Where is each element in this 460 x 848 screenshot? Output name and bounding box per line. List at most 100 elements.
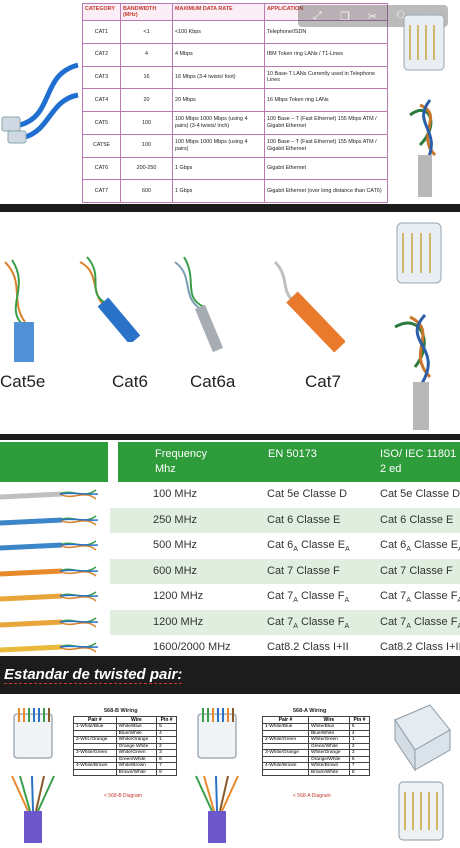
label-cat6: Cat6	[112, 372, 148, 391]
cell-iso: Cat 7A Classe FA	[380, 590, 460, 605]
cable-thumbnail	[0, 489, 99, 500]
cell-en50173: Cat 5e Classe D	[267, 488, 348, 500]
cell-frequency: 1200 MHz	[153, 590, 204, 602]
cat7-cable-image	[273, 260, 345, 352]
cell-bandwidth: 600	[120, 179, 173, 203]
table-row: 3-White/Orange White/Orange 3	[262, 749, 371, 757]
table-row: 1-White/Blue White/Blue 5	[73, 723, 177, 731]
cell-iso: Cat 6A Classe EA	[380, 539, 460, 554]
category-table: CATEGORY BANDWIDTH (MHz) MAXIMUM DATA RA…	[82, 3, 388, 203]
cat6-cable-image	[79, 256, 140, 342]
table-row: 600 MHz Cat 7 Classe F Cat 7 Classe F	[0, 558, 460, 584]
cell-category: CAT5	[82, 111, 121, 135]
table-row: CAT2 4 4 Mbps IBM Token ring LANs / T1-Line…	[82, 42, 388, 67]
cable-wires-a-image	[195, 775, 239, 843]
wa-header-pin: Pin #	[348, 716, 371, 724]
cell-rate: 1 Gbps	[172, 156, 265, 181]
wa-header-wire: Wire	[307, 716, 350, 724]
table-row: 1200 MHz Cat 7A Classe FA Cat 7A Classe FA	[0, 609, 460, 635]
header-frequency: Frequency Mhz	[155, 448, 207, 475]
cable-wires-b-image	[11, 775, 55, 843]
cable-thumbnail	[0, 540, 99, 551]
cell-rate: <100 Kbps	[172, 20, 265, 44]
header-bandwidth: BANDWIDTH (MHz)	[120, 3, 173, 21]
cell-rate: 100 Mbps 1000 Mbps (using 4 pairs)	[172, 133, 265, 158]
table-row: 250 MHz Cat 6 Classe E Cat 6 Classe E	[0, 507, 460, 533]
table-row: CAT7 600 1 Gbps Gigabit Ethernet (over long…	[82, 179, 388, 203]
cell-application: IBM Token ring LANs / T1-Lines	[264, 42, 388, 67]
expand-icon[interactable]: ⤢	[313, 10, 322, 23]
cell-rate: 1 Gbps	[172, 179, 265, 203]
wiring-b-title: 568-B Wiring	[104, 708, 138, 714]
cell-application: Gigabit Ethernet (over long distance tha…	[264, 179, 388, 203]
wiring-b-caption: < 568-B Diagram	[104, 793, 142, 799]
cell-application: 100 Base – T (Fast Ethernet) 155 Mbps AT…	[264, 111, 388, 135]
frequency-table-panel: Frequency Mhz EN 50173 ISO/ IEC 11801 2 …	[0, 440, 460, 658]
header-iso: ISO/ IEC 11801 2 ed	[380, 448, 457, 475]
cell-bandwidth: 20	[120, 88, 173, 112]
table-row: CAT4 20 20 Mbps 16 Mbps Token ring LANs	[82, 88, 388, 112]
cell-rate: 4 Mbps	[172, 42, 265, 67]
cell-wire: Brown/White	[307, 768, 350, 777]
cell-application: 100 Base – T (Fast Ethernet) 155 Mbps AT…	[264, 133, 388, 158]
cell-frequency: 100 MHz	[153, 488, 198, 500]
cell-category: CAT2	[82, 42, 121, 67]
cell-pin: 8	[156, 768, 177, 777]
header-rate: MAXIMUM DATA RATE	[172, 3, 265, 21]
table-row: 1200 MHz Cat 7A Classe FA Cat 7A Classe FA	[0, 584, 460, 609]
table-row: CAT6 200-250 1 Gbps Gigabit Ethernet	[82, 156, 388, 181]
cell-category: CAT6	[82, 156, 121, 181]
wb-header-pin: Pin #	[156, 716, 177, 724]
cell-frequency: 1600/2000 MHz	[153, 641, 231, 653]
cable-thumbnail	[0, 565, 99, 577]
cell-pair	[73, 768, 117, 777]
wa-header-pair: Pair #	[262, 716, 309, 724]
cell-application: 10 Base-T LANs Currently used in Telepho…	[264, 65, 388, 90]
header-category: CATEGORY	[82, 3, 121, 21]
rj45-connectors-image	[394, 704, 451, 841]
header-en50173: EN 50173	[268, 448, 317, 460]
cell-rate: 100 Mbps 1000 Mbps (using 4 pairs) (3-4 …	[172, 111, 265, 135]
blue-patch-cable-image	[1, 62, 79, 144]
cable-thumbnail	[0, 616, 99, 628]
table-row: Brown/White 8	[73, 768, 177, 777]
table-row: 2-Wht./Orange White/Orange 1	[73, 736, 177, 744]
table-row: CAT5E 100 100 Mbps 1000 Mbps (using 4 pair…	[82, 133, 388, 158]
page: CATEGORY BANDWIDTH (MHz) MAXIMUM DATA RA…	[0, 0, 460, 848]
label-cat6a: Cat6a	[190, 372, 236, 391]
table-row: 4-White/Brown White/Brown 7	[73, 762, 177, 770]
label-cat7: Cat7	[305, 372, 341, 391]
cell-application: Gigabit Ethernet	[264, 156, 388, 181]
cell-en50173: Cat 6A Classe EA	[267, 539, 350, 554]
cell-en50173: Cat 7 Classe F	[267, 564, 340, 577]
table-row: Brown/White 8	[262, 768, 371, 777]
table-row: 4-White/Brown White/Brown 7	[262, 762, 371, 770]
cell-frequency: 500 MHz	[153, 539, 198, 551]
table-row: CAT3 16 16 Mbps (3-4 twists/ foot) 10 Base-…	[82, 65, 388, 90]
table-row: 3-White/Green White/Green 3	[73, 749, 177, 757]
wiring-a-title: 568-A Wiring	[293, 708, 327, 714]
table-row: CAT5 100 100 Mbps 1000 Mbps (using 4 pairs…	[82, 111, 388, 135]
cell-category: CAT5E	[82, 133, 121, 158]
cat5e-cable-image	[4, 259, 34, 362]
frequency-table-header: Frequency Mhz EN 50173 ISO/ IEC 11801 2 …	[0, 442, 460, 482]
table-row: 500 MHz Cat 6A Classe EA Cat 6A Classe EA	[0, 533, 460, 558]
cat6a-cable-image	[174, 256, 224, 352]
cell-frequency: 1200 MHz	[153, 615, 204, 628]
cell-bandwidth: 200-250	[120, 156, 173, 181]
copy-icon[interactable]: ❐	[340, 10, 350, 23]
table-row: 100 MHz Cat 5e Classe D Cat 5e Classe D	[0, 482, 460, 507]
rj45-connector-image	[403, 14, 445, 197]
cell-bandwidth: 16	[120, 65, 173, 90]
wiring-a-caption: < 568-A Diagram	[293, 793, 331, 799]
cell-en50173: Cat 7A Classe FA	[267, 590, 350, 605]
cell-bandwidth: 4	[120, 42, 173, 67]
crop-icon[interactable]: ✂	[368, 10, 377, 23]
cell-rate: 20 Mbps	[172, 88, 265, 112]
cell-iso: Cat 7 Classe F	[380, 564, 453, 577]
cell-pair	[262, 768, 309, 777]
cell-frequency: 250 MHz	[153, 513, 198, 526]
cell-en50173: Cat 6 Classe E	[267, 513, 341, 526]
rj45-pinout-b-image	[13, 708, 53, 759]
cell-pin: 8	[348, 768, 371, 777]
